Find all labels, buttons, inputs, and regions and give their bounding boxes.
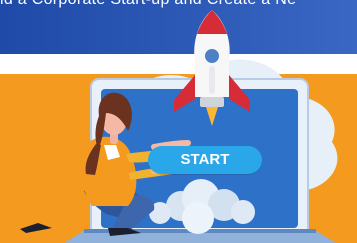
hero-illustration bbox=[20, 10, 338, 243]
start-button[interactable]: START bbox=[148, 146, 262, 174]
